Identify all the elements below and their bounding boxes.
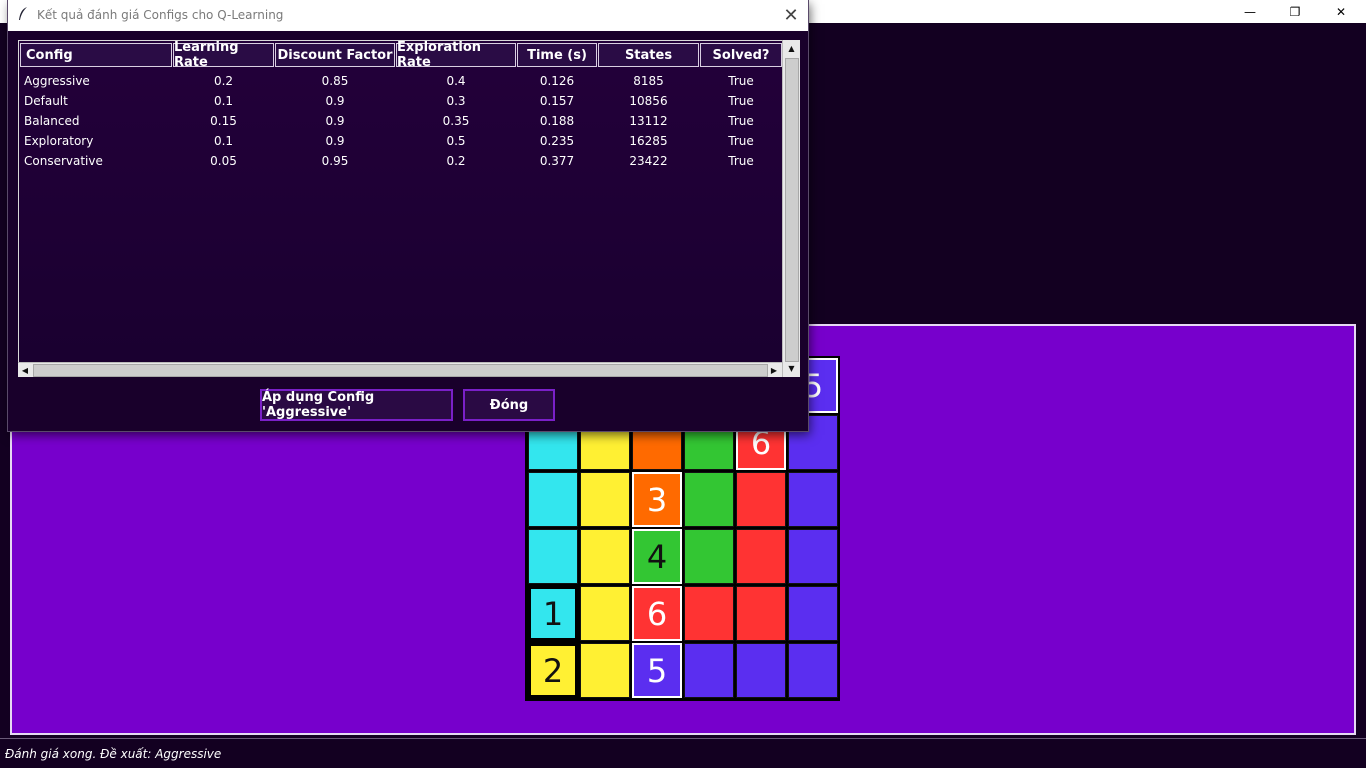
vertical-scroll-thumb[interactable] [785, 58, 799, 362]
minimize-button[interactable]: — [1227, 0, 1273, 23]
status-text: Đánh giá xong. Đề xuất: Aggressive [5, 747, 222, 761]
table-cell: 0.126 [539, 74, 575, 88]
dialog-title: Kết quả đánh giá Configs cho Q-Learning [37, 8, 284, 22]
grid-cell[interactable]: 4 [632, 529, 682, 584]
dialog-close-button[interactable]: ✕ [780, 4, 802, 26]
table-cell: 0.377 [539, 154, 575, 168]
vertical-scrollbar[interactable]: ▲ ▼ [782, 40, 800, 377]
grid-cell[interactable]: 2 [528, 643, 578, 698]
table-cell: 0.188 [539, 114, 575, 128]
grid-cell[interactable] [684, 586, 734, 641]
table-cell: True [728, 114, 754, 128]
table-cell: Conservative [24, 154, 103, 168]
maximize-button[interactable]: ❐ [1272, 0, 1318, 23]
table-cell: Aggressive [24, 74, 90, 88]
grid-cell[interactable] [528, 529, 578, 584]
table-cell: 0.1 [213, 134, 234, 148]
table-cell: 0.85 [321, 74, 349, 88]
close-icon: ✕ [783, 4, 799, 26]
results-dialog: Kết quả đánh giá Configs cho Q-Learning … [8, 0, 808, 431]
table-cell: 0.3 [446, 94, 466, 108]
grid-cell[interactable] [736, 529, 786, 584]
grid-cell[interactable] [736, 586, 786, 641]
grid-cell[interactable] [736, 643, 786, 698]
grid-cell[interactable] [528, 472, 578, 527]
grid-cell[interactable] [580, 529, 630, 584]
minimize-icon: — [1244, 4, 1256, 19]
table-row[interactable]: Balanced 0.15 0.9 0.35 0.188 13112 True [19, 111, 782, 131]
grid-cell[interactable]: 5 [632, 643, 682, 698]
table-cell: 0.15 [210, 114, 237, 128]
grid-cell[interactable] [788, 529, 838, 584]
table-row[interactable]: Aggressive 0.2 0.85 0.4 0.126 8185 True [19, 71, 782, 91]
table-cell: 0.9 [325, 114, 345, 128]
table-cell: True [728, 94, 754, 108]
dialog-titlebar: Kết quả đánh giá Configs cho Q-Learning … [8, 0, 808, 31]
grid-cell[interactable] [788, 643, 838, 698]
table-cell: True [728, 74, 754, 88]
column-header-time[interactable]: Time (s) [517, 43, 597, 67]
maximize-icon: ❐ [1289, 4, 1301, 19]
table-cell: 0.9 [325, 134, 345, 148]
table-cell: 0.4 [446, 74, 466, 88]
table-cell: True [728, 154, 754, 168]
scroll-right-icon[interactable]: ▶ [767, 363, 781, 377]
table-row[interactable]: Conservative 0.05 0.95 0.2 0.377 23422 True [19, 151, 782, 171]
grid-cell[interactable]: 6 [632, 586, 682, 641]
grid-cell[interactable] [580, 586, 630, 641]
table-cell: 0.35 [442, 114, 470, 128]
horizontal-scroll-thumb[interactable] [33, 364, 768, 377]
table-header: Config Learning Rate Discount Factor Exp… [19, 41, 782, 70]
status-bar: Đánh giá xong. Đề xuất: Aggressive [0, 738, 1366, 768]
table-cell: 16285 [629, 134, 668, 148]
grid-cell[interactable]: 1 [528, 586, 578, 641]
grid-cell[interactable] [580, 643, 630, 698]
table-cell: 0.05 [210, 154, 237, 168]
close-button[interactable]: ✕ [1318, 0, 1364, 23]
grid-cell[interactable] [684, 529, 734, 584]
table-cell: True [728, 134, 754, 148]
grid-cell[interactable]: 3 [632, 472, 682, 527]
table-cell: 0.235 [539, 134, 575, 148]
column-header-exploration-rate[interactable]: Exploration Rate [396, 41, 516, 70]
table-cell: 8185 [633, 74, 664, 88]
table-cell: 0.2 [213, 74, 234, 88]
grid-cell[interactable] [788, 586, 838, 641]
apply-config-button[interactable]: Áp dụng Config 'Aggressive' [260, 389, 453, 421]
table-cell: Exploratory [24, 134, 94, 148]
scroll-left-icon[interactable]: ◀ [18, 363, 32, 377]
table-cell: 0.157 [539, 94, 575, 108]
close-dialog-button[interactable]: Đóng [463, 389, 555, 421]
grid-cell[interactable] [684, 472, 734, 527]
column-header-config[interactable]: Config [20, 43, 172, 67]
grid-cell[interactable] [580, 472, 630, 527]
table-cell: 10856 [629, 94, 668, 108]
grid-cell[interactable] [736, 472, 786, 527]
table-cell: 0.5 [446, 134, 466, 148]
grid-cell[interactable] [684, 643, 734, 698]
close-icon: ✕ [1335, 4, 1347, 19]
table-row[interactable]: Exploratory 0.1 0.9 0.5 0.235 16285 True [19, 131, 782, 151]
table-cell: 0.95 [321, 154, 349, 168]
column-header-discount-factor[interactable]: Discount Factor [275, 43, 395, 67]
results-table: Config Learning Rate Discount Factor Exp… [19, 41, 782, 362]
scroll-up-icon[interactable]: ▲ [783, 40, 800, 57]
table-row[interactable]: Default 0.1 0.9 0.3 0.157 10856 True [19, 91, 782, 111]
table-cell: Balanced [24, 114, 80, 128]
table-cell: 0.9 [325, 94, 345, 108]
column-header-learning-rate[interactable]: Learning Rate [173, 41, 274, 70]
scroll-down-icon[interactable]: ▼ [783, 360, 800, 377]
table-cell: 0.1 [213, 94, 234, 108]
column-header-solved[interactable]: Solved? [700, 43, 782, 67]
column-header-states[interactable]: States [598, 43, 699, 67]
horizontal-scrollbar[interactable]: ◀ ▶ [18, 362, 782, 377]
table-cell: 23422 [629, 154, 668, 168]
grid-cell[interactable] [788, 472, 838, 527]
table-cell: 13112 [629, 114, 668, 128]
table-cell: 0.2 [446, 154, 466, 168]
results-table-container: Config Learning Rate Discount Factor Exp… [18, 40, 800, 377]
feather-icon [18, 7, 28, 25]
table-cell: Default [24, 94, 68, 108]
